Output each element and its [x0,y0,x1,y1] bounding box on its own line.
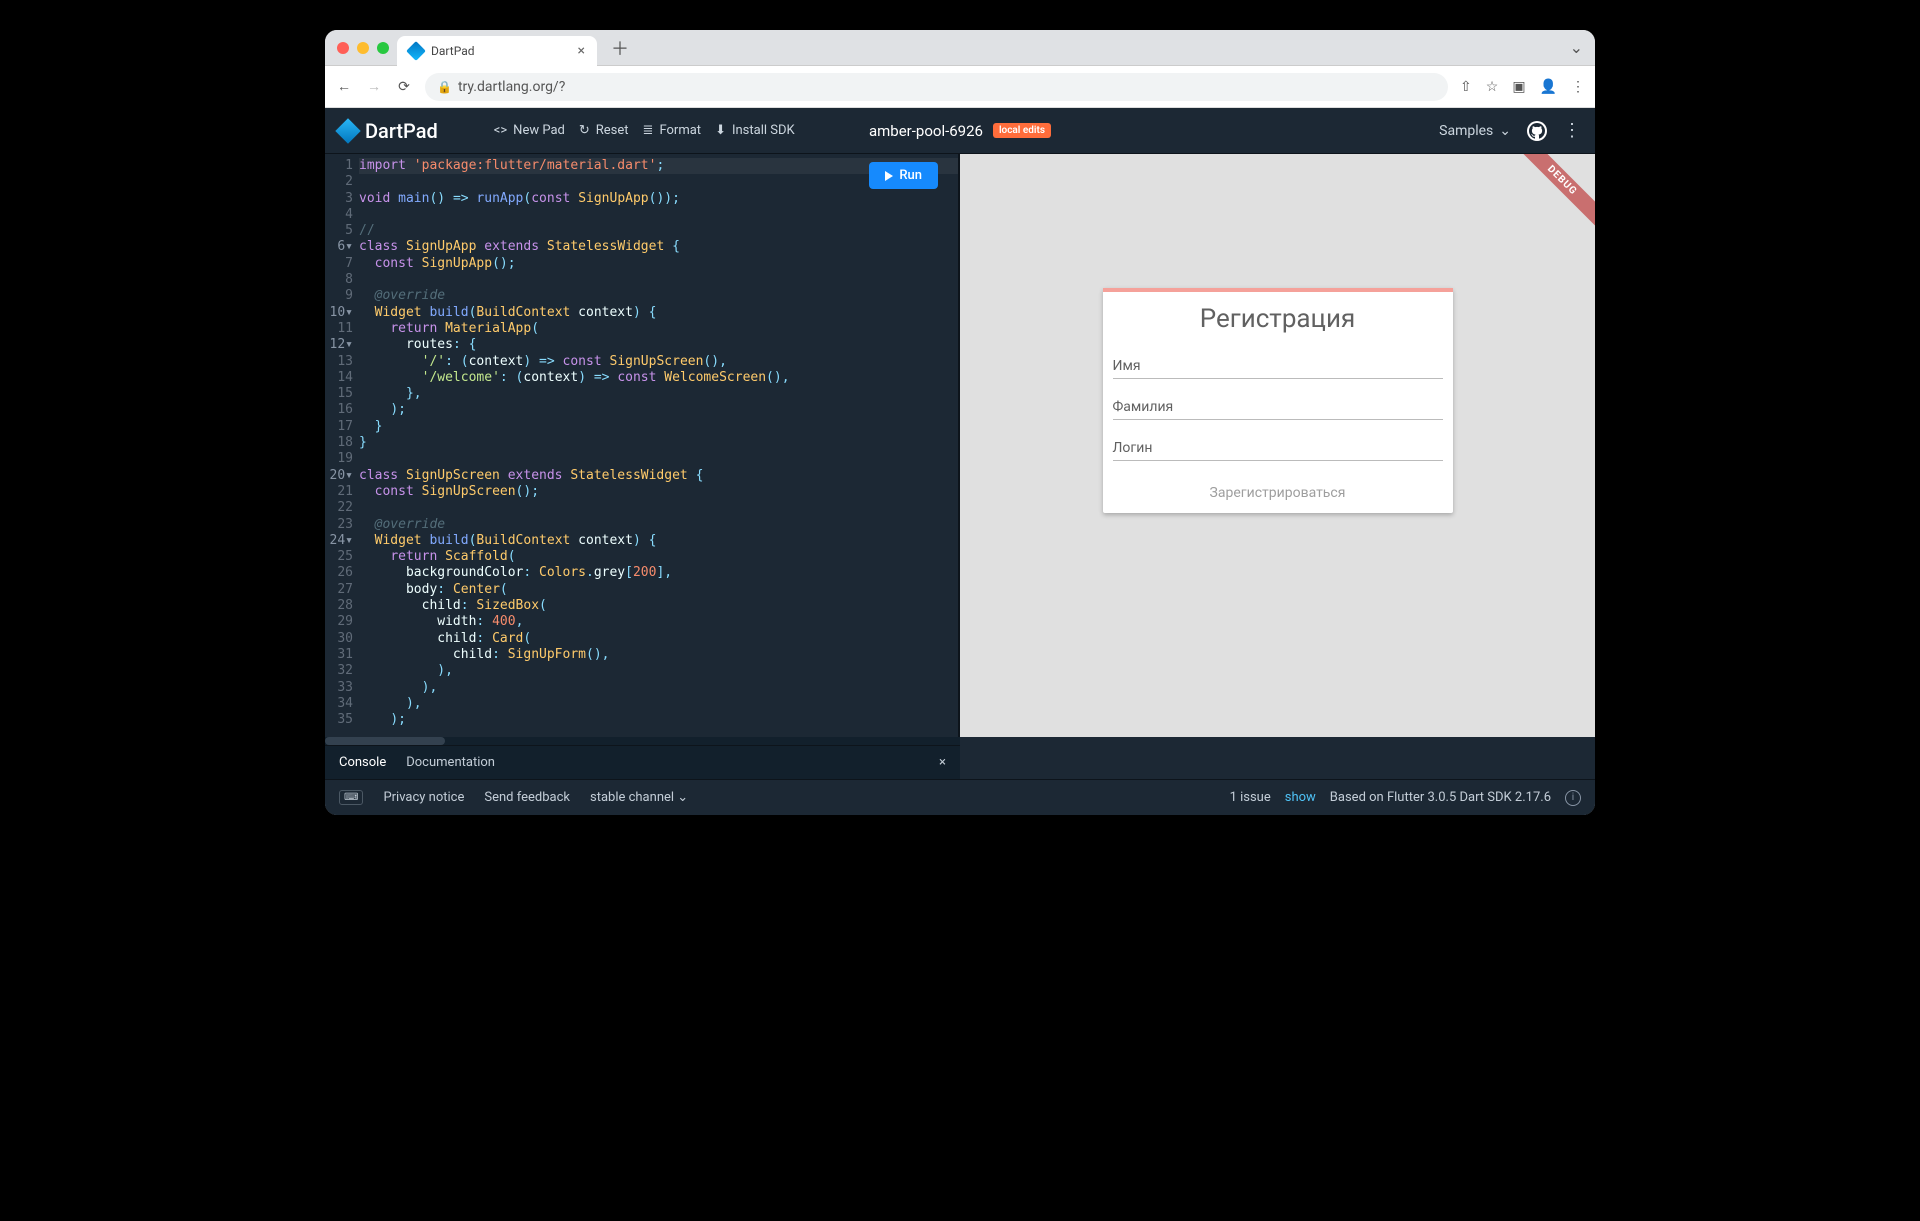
tabs-menu-icon[interactable]: ⌄ [1570,38,1583,57]
dartpad-app: DartPad <> New Pad ↻ Reset ≣ Format ⬇ In… [325,108,1595,815]
browser-actions: ⇧ ☆ ▣ 👤 ⋮ [1460,79,1585,95]
favicon-icon [406,41,426,61]
reload-button[interactable]: ⟳ [395,79,413,95]
registration-card: Регистрация Имя Фамилия Логин Зарегистри… [1103,288,1453,513]
close-panel-icon[interactable]: × [939,755,946,770]
back-button[interactable]: ← [335,78,353,95]
address-bar: ← → ⟳ 🔒 try.dartlang.org/? ⇧ ☆ ▣ 👤 ⋮ [325,66,1595,108]
titlebar: DartPad × ＋ ⌄ [325,30,1595,66]
sdk-info: Based on Flutter 3.0.5 Dart SDK 2.17.6 [1330,790,1551,805]
name-field[interactable]: Имя [1113,352,1443,379]
more-menu-icon[interactable]: ⋮ [1563,120,1581,141]
preview-pane: DEBUG Регистрация Имя Фамилия Логин Заре… [960,154,1595,737]
login-field[interactable]: Логин [1113,434,1443,461]
reset-button[interactable]: ↻ Reset [579,123,629,138]
share-icon[interactable]: ⇧ [1460,79,1472,95]
lock-icon: 🔒 [437,80,452,94]
feedback-link[interactable]: Send feedback [484,790,570,805]
chevron-down-icon: ⌄ [1499,123,1511,139]
format-icon: ≣ [643,123,654,138]
minimize-icon[interactable] [357,42,369,54]
status-right: 1 issue show Based on Flutter 3.0.5 Dart… [1230,790,1581,806]
bottom-panel-tabs: Console Documentation × [325,745,960,779]
progress-indicator [1103,288,1453,292]
github-icon[interactable] [1527,121,1547,141]
console-tab[interactable]: Console [339,755,386,770]
extensions-icon[interactable]: ▣ [1512,79,1525,95]
local-edits-badge: local edits [993,123,1051,138]
code-content[interactable]: import 'package:flutter/material.dart'; … [359,158,958,737]
maximize-icon[interactable] [377,42,389,54]
samples-button[interactable]: Samples ⌄ [1439,123,1511,139]
editor-pane: Run 123456▾78910▾1112▾1314151617181920▾2… [325,154,960,737]
scrollbar-thumb[interactable] [325,737,445,745]
window-controls [337,42,389,54]
line-gutter: 123456▾78910▾1112▾1314151617181920▾21222… [325,158,359,737]
panel-tab-row: Console Documentation × [325,745,1595,779]
editor-bottom-area [325,737,1595,745]
submit-button[interactable]: Зарегистрироваться [1103,475,1453,513]
browser-window: DartPad × ＋ ⌄ ← → ⟳ 🔒 try.dartlang.org/?… [325,30,1595,815]
new-tab-button[interactable]: ＋ [605,35,635,61]
app-name: DartPad [365,119,438,143]
toolbar-actions: <> New Pad ↻ Reset ≣ Format ⬇ Install SD… [494,123,795,138]
privacy-link[interactable]: Privacy notice [383,790,464,805]
format-button[interactable]: ≣ Format [643,123,702,138]
show-issues-link[interactable]: show [1285,790,1316,805]
surname-field[interactable]: Фамилия [1113,393,1443,420]
app-logo[interactable]: DartPad [339,119,438,143]
url-text: try.dartlang.org/? [458,79,565,95]
menu-icon[interactable]: ⋮ [1571,79,1585,95]
forward-button[interactable]: → [365,78,383,95]
new-pad-button[interactable]: <> New Pad [494,123,565,138]
reset-icon: ↻ [579,123,590,138]
editor-scrollbar[interactable] [325,737,960,745]
channel-selector[interactable]: stable channel ⌄ [590,790,688,805]
download-icon: ⬇ [715,123,726,138]
documentation-tab[interactable]: Documentation [406,755,495,770]
close-tab-icon[interactable]: × [578,43,585,59]
tab-title: DartPad [431,44,475,58]
code-icon: <> [494,123,507,138]
issues-count: 1 issue [1230,790,1271,805]
install-sdk-button[interactable]: ⬇ Install SDK [715,123,795,138]
debug-ribbon: DEBUG [1505,154,1595,244]
info-icon[interactable]: i [1565,790,1581,806]
card-title: Регистрация [1103,300,1453,346]
browser-tab[interactable]: DartPad × [397,36,597,66]
project-name: amber-pool-6926 local edits [869,122,1051,140]
main-split: Run 123456▾78910▾1112▾1314151617181920▾2… [325,154,1595,737]
status-bar: ⌨ Privacy notice Send feedback stable ch… [325,779,1595,815]
chevron-down-icon: ⌄ [677,790,688,805]
bookmark-icon[interactable]: ☆ [1486,79,1499,95]
close-icon[interactable] [337,42,349,54]
keyboard-icon[interactable]: ⌨ [339,790,363,805]
dart-logo-icon [335,118,360,143]
url-field[interactable]: 🔒 try.dartlang.org/? [425,73,1448,101]
play-icon [885,171,893,181]
code-editor[interactable]: 123456▾78910▾1112▾1314151617181920▾21222… [325,154,958,737]
app-toolbar: DartPad <> New Pad ↻ Reset ≣ Format ⬇ In… [325,108,1595,154]
profile-icon[interactable]: 👤 [1540,79,1557,95]
run-button[interactable]: Run [869,162,938,189]
toolbar-right: Samples ⌄ ⋮ [1439,120,1581,141]
